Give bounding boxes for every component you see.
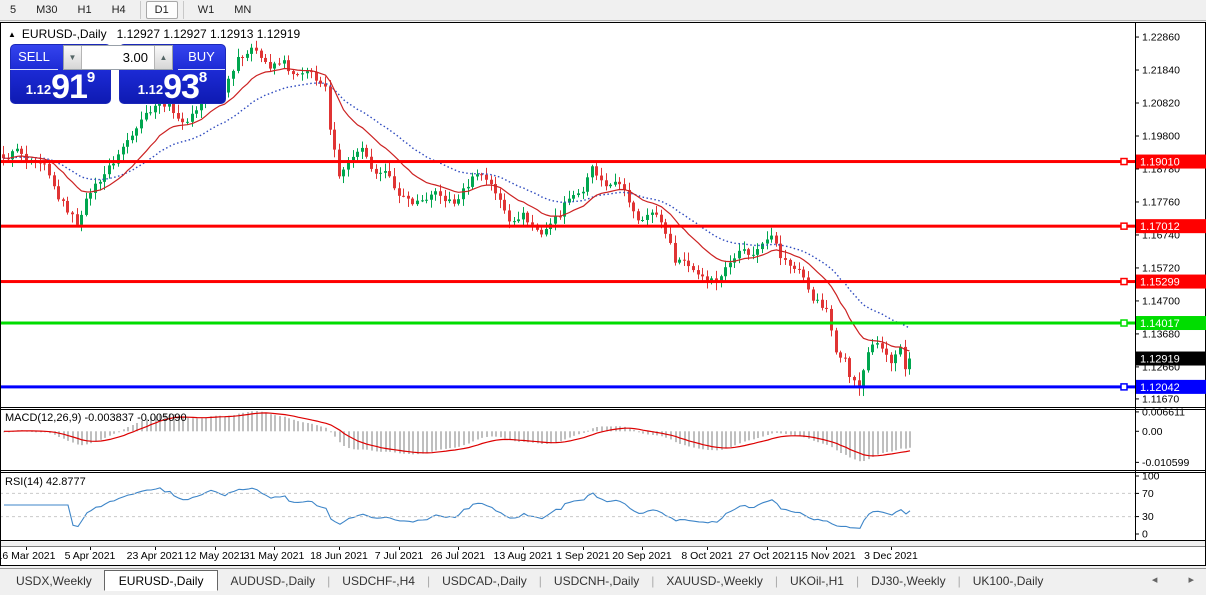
timeframe-button-m30[interactable]: M30 (27, 1, 66, 19)
hline-1.19010[interactable] (0, 160, 1135, 164)
price-axis-label: 1.20820 (1142, 98, 1180, 110)
chevron-up-icon: ▲ (159, 53, 168, 62)
macd-title: MACD(12,26,9) -0.003837 -0.005090 (5, 412, 187, 424)
hline-handle[interactable] (1120, 222, 1128, 230)
price-axis-label: 1.19800 (1142, 130, 1180, 142)
timeframe-button-h1[interactable]: H1 (69, 1, 101, 19)
hline-1.17012[interactable] (0, 224, 1135, 228)
chart-symbol-label: EURUSD-,Daily (21, 27, 107, 41)
macd-axis-label: 0.00 (1142, 426, 1163, 438)
toolbar-separator (182, 1, 184, 19)
hline-handle[interactable] (1120, 157, 1128, 166)
chart-tab-xauusd-weekly[interactable]: XAUUSD-,Weekly (654, 572, 774, 590)
price-axis-label: 1.15720 (1142, 262, 1180, 274)
chart-tabs: USDX,Weekly EURUSD-,Daily AUDUSD-,Daily | US… (4, 570, 1055, 591)
chart-tab-audusd-daily[interactable]: AUDUSD-,Daily (218, 572, 327, 590)
price-tag-label: 1.12042 (1140, 382, 1180, 394)
date-axis-label: 16 Mar 2021 (0, 550, 56, 562)
price-tag-label: 1.17012 (1140, 221, 1180, 233)
toolbar-separator (139, 1, 141, 19)
price-axis-label: 1.14700 (1142, 295, 1180, 307)
date-axis-label: 12 May 2021 (185, 550, 246, 562)
price-tag-label: 1.15299 (1140, 277, 1180, 289)
timeframe-toolbar: 5 M30 H1 H4 D1 W1 MN (0, 0, 1206, 21)
chart-tab-dj30-weekly[interactable]: DJ30-,Weekly (859, 572, 957, 590)
hline-1.15299[interactable] (0, 280, 1135, 284)
macd-axis-label: -0.010599 (1142, 457, 1189, 469)
macd-axis-label: 0.006611 (1142, 406, 1185, 418)
volume-input[interactable]: 3.00 (82, 46, 154, 69)
hline-1.14017[interactable] (0, 321, 1135, 325)
price-axis-label: 1.13680 (1142, 328, 1180, 340)
one-click-trading-panel: 1.12 91 9 1.12 93 8 SELL BUY ▼ 3.00 ▲ (10, 44, 226, 104)
date-axis-label: 8 Oct 2021 (681, 550, 733, 562)
date-axis-label: 26 Jul 2021 (431, 550, 485, 562)
date-axis-label: 1 Sep 2021 (556, 550, 610, 562)
buy-price-pip: 8 (198, 69, 208, 86)
date-axis-label: 27 Oct 2021 (738, 550, 795, 562)
trading-terminal-window: { "toolbar": { "timeframes": [ {"label":… (0, 0, 1206, 595)
buy-price-big: 93 (163, 68, 200, 107)
chart-tab-usdcnh-daily[interactable]: USDCNH-,Daily (542, 572, 651, 590)
date-axis-label: 7 Jul 2021 (375, 550, 424, 562)
chart-tab-usdcad-daily[interactable]: USDCAD-,Daily (430, 572, 539, 590)
price-tag-label: 1.12919 (1140, 354, 1180, 366)
chart-tab-uk100-daily[interactable]: UK100-,Daily (961, 572, 1056, 590)
timeframe-button-mn[interactable]: MN (225, 1, 260, 19)
date-axis-label: 3 Dec 2021 (864, 550, 918, 562)
price-tag-label: 1.19010 (1140, 157, 1180, 169)
rsi-axis-label: 70 (1142, 488, 1154, 500)
chart-tab-usdchf-h4[interactable]: USDCHF-,H4 (330, 572, 427, 590)
chart-tab-usdx-weekly[interactable]: USDX,Weekly (4, 572, 104, 590)
timeframe-button-d1[interactable]: D1 (145, 1, 178, 19)
chart-tab-ukoil-h1[interactable]: UKOil-,H1 (778, 572, 856, 590)
sell-price-big: 91 (51, 68, 88, 107)
price-tag-label: 1.14017 (1140, 318, 1180, 330)
price-axis-label: 1.11670 (1142, 393, 1179, 405)
volume-increase-button[interactable]: ▲ (154, 46, 172, 69)
collapse-arrow-icon[interactable]: ▲ (8, 30, 16, 39)
sell-button[interactable]: SELL (10, 44, 58, 70)
date-axis-label: 31 May 2021 (244, 550, 305, 562)
price-axis-label: 1.21840 (1142, 65, 1180, 77)
rsi-axis-label: 100 (1142, 471, 1160, 483)
tab-scroll-arrows: ◂ ▸ (1124, 573, 1194, 586)
hline-handle[interactable] (1120, 319, 1128, 327)
rsi-axis-label: 30 (1142, 511, 1154, 523)
date-axis-label: 18 Jun 2021 (310, 550, 368, 562)
buy-price-prefix: 1.12 (137, 82, 164, 97)
hline-handle[interactable] (1120, 277, 1128, 286)
chart-window: 1.22860 1.21840 1.20820 1.19800 1.18780 1.177… (0, 22, 1206, 566)
date-axis-label: 13 Aug 2021 (494, 550, 553, 562)
chart-tab-bar: USDX,Weekly EURUSD-,Daily AUDUSD-,Daily | US… (0, 568, 1206, 595)
timeframe-button-5[interactable]: 5 (1, 1, 25, 19)
date-axis-label: 23 Apr 2021 (127, 550, 184, 562)
price-axis-label: 1.22860 (1142, 32, 1180, 44)
timeframe-button-w1[interactable]: W1 (189, 1, 224, 19)
chart-title: ▲ EURUSD-,Daily 1.12927 1.12927 1.12913 1.… (8, 27, 300, 41)
sell-price-pip: 9 (86, 69, 96, 86)
hline-handle[interactable] (1120, 383, 1128, 391)
rsi-title: RSI(14) 42.8777 (5, 476, 86, 488)
chart-tab-eurusd-daily[interactable]: EURUSD-,Daily (103, 570, 219, 591)
price-axis-label: 1.17760 (1142, 196, 1180, 208)
sell-price-prefix: 1.12 (25, 82, 52, 97)
tab-scroll-left-icon[interactable]: ◂ (1152, 574, 1158, 586)
timeframe-button-h4[interactable]: H4 (103, 1, 135, 19)
date-axis-label: 20 Sep 2021 (612, 550, 672, 562)
date-axis-label: 5 Apr 2021 (65, 550, 116, 562)
date-axis-label: 15 Nov 2021 (796, 550, 856, 562)
hline-1.12042[interactable] (0, 385, 1135, 389)
volume-decrease-button[interactable]: ▼ (64, 46, 82, 69)
chevron-down-icon: ▼ (68, 53, 77, 62)
buy-button[interactable]: BUY (178, 44, 225, 70)
rsi-axis-label: 0 (1142, 529, 1148, 541)
tab-scroll-right-icon[interactable]: ▸ (1188, 574, 1194, 586)
volume-spinner: ▼ 3.00 ▲ (63, 45, 173, 70)
chart-ohlc-values: 1.12927 1.12927 1.12913 1.12919 (116, 27, 301, 41)
